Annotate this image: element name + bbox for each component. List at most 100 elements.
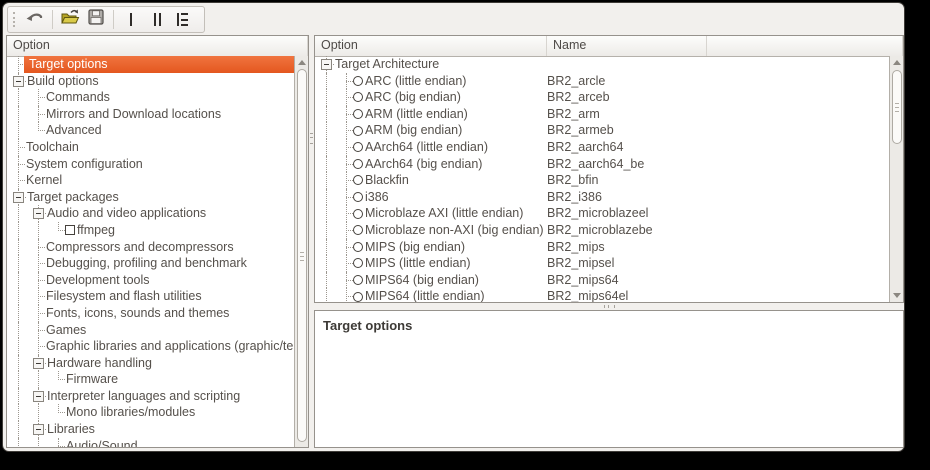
tree-item[interactable]: Target options — [7, 56, 294, 73]
config-option-row[interactable]: ARC (big endian)BR2_arceb — [315, 89, 889, 106]
symbol-name: BR2_aarch64 — [547, 139, 623, 156]
config-option-row[interactable]: MIPS64 (little endian)BR2_mips64el — [315, 288, 889, 302]
tree-item[interactable]: Mirrors and Download locations — [7, 106, 294, 123]
radio-icon[interactable] — [353, 242, 363, 252]
radio-icon[interactable] — [353, 76, 363, 86]
panel-splitter-horizontal[interactable] — [314, 303, 904, 310]
expand-collapse-toggle[interactable] — [13, 192, 24, 203]
tree-item-label: Filesystem and flash utilities — [46, 288, 202, 305]
undo-button[interactable] — [22, 8, 48, 31]
radio-icon[interactable] — [353, 192, 363, 202]
tree-item[interactable]: Commands — [7, 89, 294, 106]
open-button[interactable] — [57, 8, 83, 31]
tree-item-label: Graphic libraries and applications (grap… — [46, 338, 293, 355]
tree-item[interactable]: Audio and video applications — [7, 205, 294, 222]
toolbar-separator — [52, 10, 53, 29]
tree-item[interactable]: ffmpeg — [7, 222, 294, 239]
column-header-name[interactable]: Name — [547, 36, 707, 56]
config-option-row[interactable]: ARM (little endian)BR2_arm — [315, 106, 889, 123]
config-list: Target ArchitectureARC (little endian)BR… — [315, 56, 889, 302]
symbol-name: BR2_arceb — [547, 89, 610, 106]
tree-item[interactable]: Games — [7, 322, 294, 339]
tree-item[interactable]: Build options — [7, 73, 294, 90]
config-option-row[interactable]: Target Architecture — [315, 56, 889, 73]
tree-item-label: ARC (little endian) — [365, 73, 466, 90]
tree-item[interactable]: Audio/Sound — [7, 438, 294, 447]
tree-item[interactable]: Kernel — [7, 172, 294, 189]
config-option-row[interactable]: AArch64 (little endian)BR2_aarch64 — [315, 139, 889, 156]
column-header-option[interactable]: Option — [315, 36, 547, 56]
left-panel-header: Option — [7, 36, 308, 57]
scrollbar-thumb[interactable] — [297, 69, 307, 442]
tree-item[interactable]: Interpreter languages and scripting — [7, 388, 294, 405]
radio-icon[interactable] — [353, 109, 363, 119]
tree-item[interactable]: Libraries — [7, 421, 294, 438]
expand-collapse-toggle[interactable] — [13, 76, 24, 87]
tree-item[interactable]: Target packages — [7, 189, 294, 206]
scroll-down-icon[interactable] — [893, 293, 901, 298]
symbol-name: BR2_bfin — [547, 172, 598, 189]
tree-item[interactable]: Firmware — [7, 371, 294, 388]
radio-icon[interactable] — [353, 292, 363, 302]
config-option-row[interactable]: MIPS (little endian)BR2_mipsel — [315, 255, 889, 272]
split-view-icon — [154, 13, 161, 26]
radio-icon[interactable] — [353, 142, 363, 152]
column-header-option[interactable]: Option — [7, 36, 308, 56]
radio-icon[interactable] — [353, 258, 363, 268]
config-option-row[interactable]: Microblaze non-AXI (big endian)BR2_micro… — [315, 222, 889, 239]
tree-item[interactable]: Fonts, icons, sounds and themes — [7, 305, 294, 322]
tree-item[interactable]: Development tools — [7, 272, 294, 289]
open-folder-icon — [60, 8, 80, 31]
tree-item-label: MIPS (little endian) — [365, 255, 471, 272]
tree-item-label: Audio and video applications — [47, 205, 206, 222]
tree-item[interactable]: Debugging, profiling and benchmark — [7, 255, 294, 272]
config-option-row[interactable]: BlackfinBR2_bfin — [315, 172, 889, 189]
radio-icon[interactable] — [353, 159, 363, 169]
radio-icon[interactable] — [353, 175, 363, 185]
tree-item[interactable]: Filesystem and flash utilities — [7, 288, 294, 305]
toolbar-drag-handle[interactable] — [13, 12, 18, 27]
scroll-up-icon[interactable] — [298, 60, 306, 65]
radio-icon[interactable] — [353, 225, 363, 235]
column-header-extra[interactable] — [707, 36, 903, 56]
tree-item[interactable]: Hardware handling — [7, 355, 294, 372]
tree-item-label: Fonts, icons, sounds and themes — [46, 305, 229, 322]
expand-collapse-toggle[interactable] — [33, 208, 44, 219]
tree-item[interactable]: Toolchain — [7, 139, 294, 156]
tree-item[interactable]: Compressors and decompressors — [7, 239, 294, 256]
right-panel-scrollbar[interactable] — [889, 56, 903, 302]
radio-icon[interactable] — [353, 275, 363, 285]
config-option-row[interactable]: ARC (little endian)BR2_arcle — [315, 73, 889, 90]
checkbox-icon[interactable] — [65, 225, 75, 235]
config-option-row[interactable]: i386BR2_i386 — [315, 189, 889, 206]
config-option-row[interactable]: Microblaze AXI (little endian)BR2_microb… — [315, 205, 889, 222]
split-view-button[interactable] — [144, 8, 170, 31]
radio-icon[interactable] — [353, 92, 363, 102]
single-view-button[interactable] — [118, 8, 144, 31]
config-option-row[interactable]: AArch64 (big endian)BR2_aarch64_be — [315, 156, 889, 173]
radio-icon[interactable] — [353, 209, 363, 219]
tree-item[interactable]: Graphic libraries and applications (grap… — [7, 338, 294, 355]
tree-item[interactable]: Mono libraries/modules — [7, 404, 294, 421]
tree-item-label: Target packages — [27, 189, 119, 206]
tree-item[interactable]: System configuration — [7, 156, 294, 173]
tree-item-label: AArch64 (big endian) — [365, 156, 482, 173]
left-panel-scrollbar[interactable] — [294, 56, 308, 447]
full-view-button[interactable] — [170, 8, 196, 31]
tree-item-label: Development tools — [46, 272, 150, 289]
expand-collapse-toggle[interactable] — [33, 424, 44, 435]
tree-item[interactable]: Advanced — [7, 122, 294, 139]
tree-item-label: Hardware handling — [47, 355, 152, 372]
radio-icon[interactable] — [353, 126, 363, 136]
config-option-row[interactable]: MIPS (big endian)BR2_mips — [315, 239, 889, 256]
expand-collapse-toggle[interactable] — [33, 358, 44, 369]
tree-item-label: Advanced — [46, 122, 102, 139]
expand-collapse-toggle[interactable] — [321, 59, 332, 70]
config-option-row[interactable]: ARM (big endian)BR2_armeb — [315, 122, 889, 139]
config-option-row[interactable]: MIPS64 (big endian)BR2_mips64 — [315, 272, 889, 289]
save-button[interactable] — [83, 8, 109, 31]
tree-item-label: MIPS (big endian) — [365, 239, 465, 256]
scrollbar-thumb[interactable] — [892, 70, 902, 144]
expand-collapse-toggle[interactable] — [33, 391, 44, 402]
scroll-up-icon[interactable] — [893, 60, 901, 65]
